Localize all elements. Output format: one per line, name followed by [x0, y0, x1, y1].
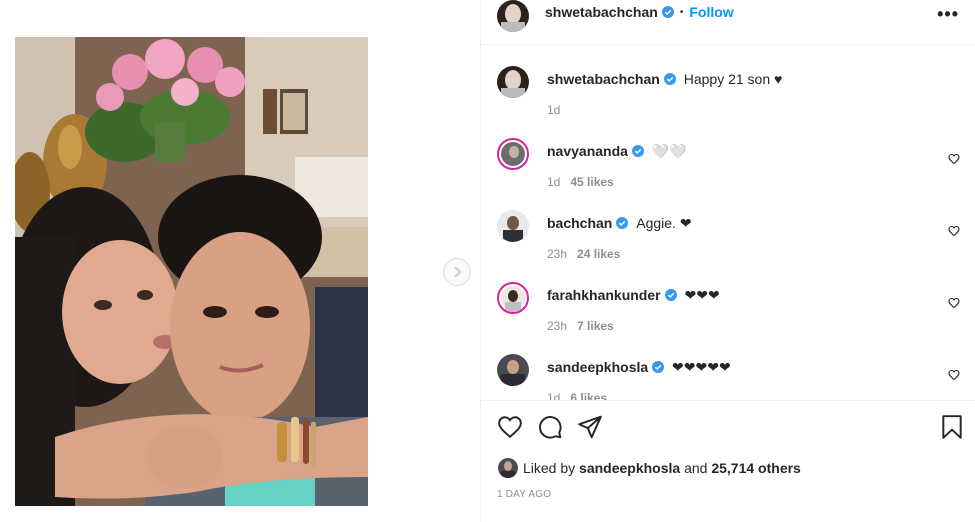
comment-item: bachchan Aggie. ❤ 23h 24 likes: [497, 210, 960, 261]
caption-text-line: shwetabachchan Happy 21 son ♥: [547, 71, 782, 87]
bookmark-icon[interactable]: [939, 414, 965, 440]
like-comment-heart-icon[interactable]: [948, 225, 960, 237]
verified-badge-icon: [652, 361, 665, 373]
caption-username[interactable]: shwetabachchan: [547, 71, 660, 87]
comment-time[interactable]: 1d: [547, 391, 560, 400]
follow-button[interactable]: Follow: [689, 4, 733, 20]
comment-time[interactable]: 1d: [547, 175, 560, 189]
comment-item: navyananda 🤍🤍 1d 45 likes: [497, 138, 960, 189]
like-comment-heart-icon[interactable]: [948, 297, 960, 309]
comment-avatar[interactable]: [497, 210, 529, 242]
comment-username[interactable]: bachchan: [547, 215, 612, 231]
like-comment-heart-icon[interactable]: [948, 153, 960, 165]
comment-avatar[interactable]: [497, 354, 529, 386]
separator-dot: •: [679, 6, 684, 18]
caption-text: Happy 21 son ♥: [683, 71, 783, 87]
comment-text: ❤❤❤❤❤: [672, 359, 731, 375]
next-photo-button[interactable]: [443, 258, 471, 286]
comment-likes[interactable]: 7 likes: [577, 319, 614, 333]
caption-time[interactable]: 1d: [547, 103, 560, 117]
comment-likes[interactable]: 24 likes: [577, 247, 620, 261]
liker-avatar[interactable]: [498, 458, 518, 478]
comment-meta: 1d 6 likes: [547, 391, 607, 400]
comment-item: sandeepkhosla ❤❤❤❤❤ 1d 6 likes: [497, 354, 960, 400]
heart-icon[interactable]: [497, 414, 523, 440]
author-username[interactable]: shwetabachchan: [545, 4, 658, 20]
caption-meta: 1d: [547, 103, 560, 117]
comment-avatar[interactable]: [497, 282, 529, 314]
likes-prefix: Liked by: [523, 460, 576, 476]
comment-text: ❤❤❤: [684, 287, 720, 303]
comment-text-line: navyananda 🤍🤍: [547, 143, 687, 160]
more-options-button[interactable]: •••: [937, 4, 959, 25]
photo-illustration: [15, 37, 368, 506]
comment-icon[interactable]: [537, 414, 563, 440]
caption-avatar[interactable]: [497, 66, 529, 98]
likes-middle: and: [684, 460, 708, 476]
post-details-panel: shwetabachchan • Follow ••• shwetabachch…: [480, 0, 975, 522]
comment-username[interactable]: navyananda: [547, 143, 628, 159]
like-comment-heart-icon[interactable]: [948, 369, 960, 381]
post-photo[interactable]: [15, 37, 368, 506]
comment-text-line: sandeepkhosla ❤❤❤❤❤: [547, 359, 731, 376]
comment-username[interactable]: farahkhankunder: [547, 287, 661, 303]
comment-meta: 23h 7 likes: [547, 319, 614, 333]
post-header: shwetabachchan • Follow •••: [481, 0, 975, 45]
comment-meta: 1d 45 likes: [547, 175, 614, 189]
share-icon[interactable]: [577, 414, 603, 440]
verified-badge-icon: [663, 73, 676, 85]
comment-username[interactable]: sandeepkhosla: [547, 359, 648, 375]
comment-time[interactable]: 23h: [547, 319, 567, 333]
comment-time[interactable]: 23h: [547, 247, 567, 261]
verified-badge-icon: [631, 145, 644, 157]
action-bar: Liked by sandeepkhosla and 25,714 others…: [481, 400, 975, 519]
comment-text: Aggie. ❤: [636, 215, 692, 231]
author-avatar[interactable]: [497, 0, 529, 32]
media-panel: [0, 0, 480, 522]
comment-item: farahkhankunder ❤❤❤ 23h 7 likes: [497, 282, 960, 333]
likes-user[interactable]: sandeepkhosla: [579, 460, 680, 476]
likes-count[interactable]: 25,714 others: [711, 460, 801, 476]
comment-avatar[interactable]: [497, 138, 529, 170]
comment-text: 🤍🤍: [651, 143, 687, 159]
comment-text-line: farahkhankunder ❤❤❤: [547, 287, 720, 304]
verified-badge-icon: [664, 289, 677, 301]
likes-summary: Liked by sandeepkhosla and 25,714 others: [498, 458, 801, 478]
comment-likes[interactable]: 45 likes: [570, 175, 613, 189]
comment-text-line: bachchan Aggie. ❤: [547, 215, 692, 232]
post-timestamp[interactable]: 1 DAY AGO: [497, 489, 551, 500]
comment-meta: 23h 24 likes: [547, 247, 620, 261]
caption-row: shwetabachchan Happy 21 son ♥ 1d: [497, 66, 957, 117]
verified-badge-icon: [616, 217, 629, 229]
verified-badge-icon: [661, 6, 674, 18]
comment-likes[interactable]: 6 likes: [570, 391, 607, 400]
comments-list[interactable]: shwetabachchan Happy 21 son ♥ 1d navyana…: [481, 44, 975, 400]
chevron-right-icon: [454, 266, 462, 278]
